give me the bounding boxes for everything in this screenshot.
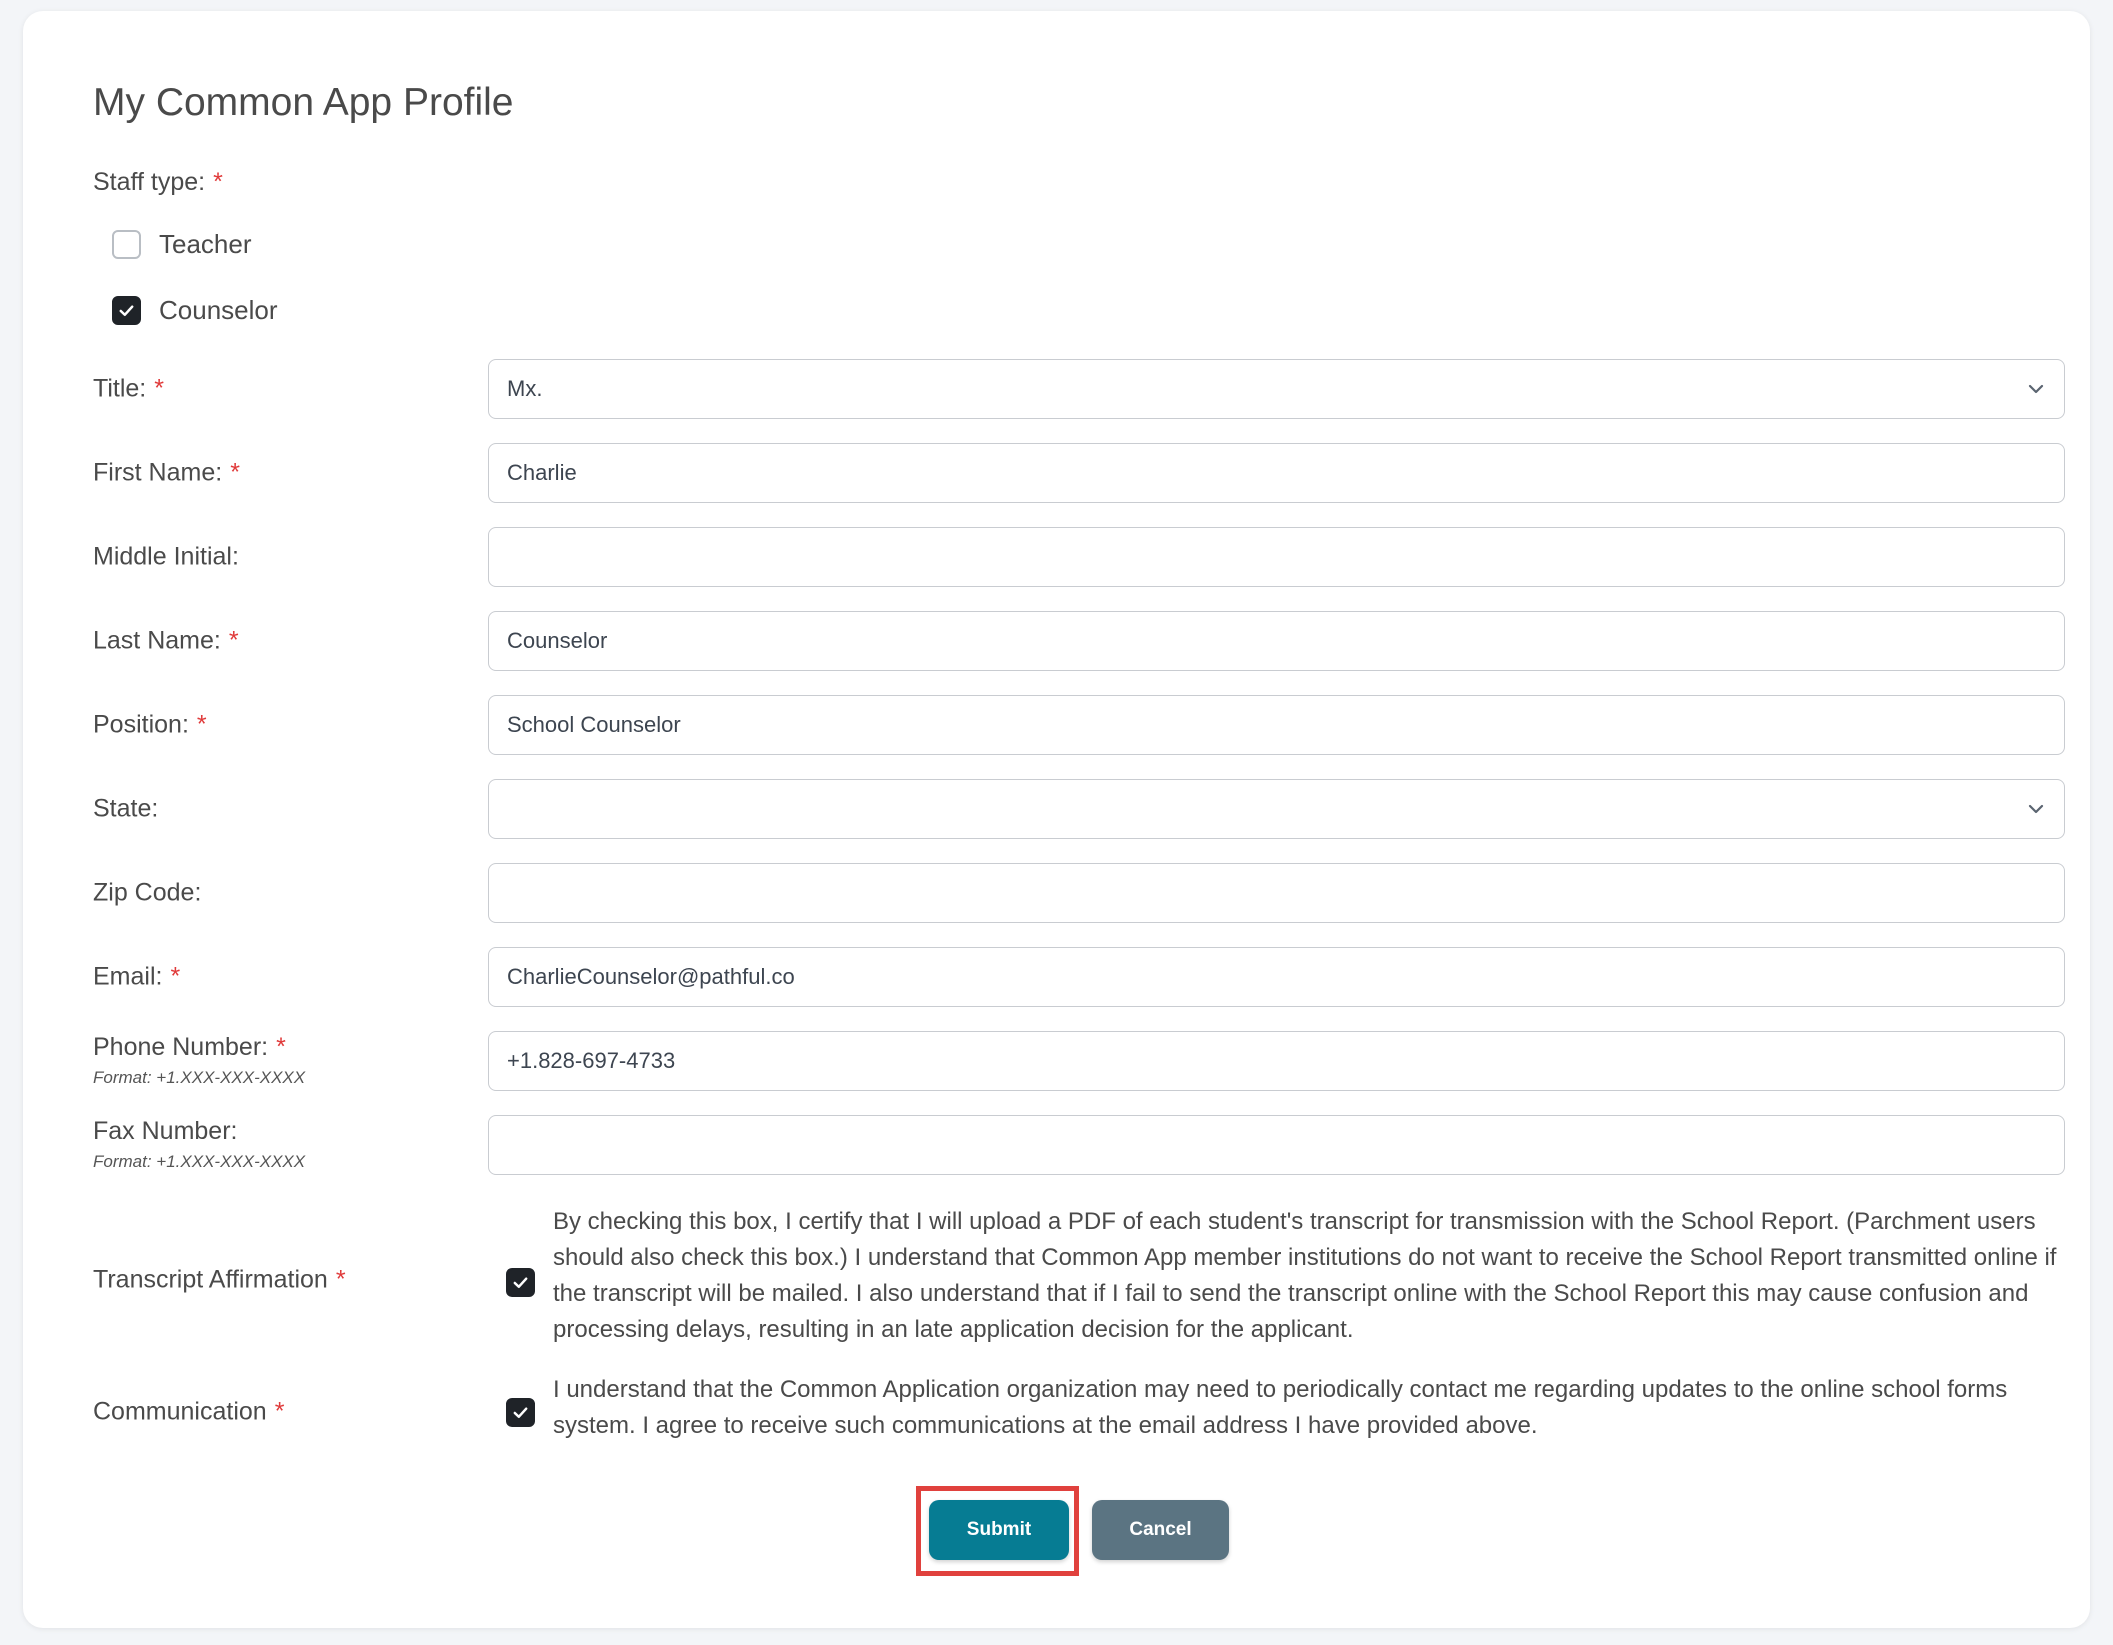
page-title: My Common App Profile [93, 81, 514, 124]
profile-card: My Common App Profile Staff type: * Teach… [23, 11, 2090, 1628]
checkmark-icon [513, 1407, 528, 1419]
title-select[interactable]: Mx. [488, 359, 2065, 419]
middle-initial-label: Middle Initial: [93, 542, 239, 571]
state-label: State: [93, 794, 159, 823]
transcript-affirmation-checkbox[interactable] [506, 1268, 535, 1297]
submit-button[interactable]: Submit [929, 1500, 1069, 1560]
phone-label: Phone Number: * Format: +1.XXX-XXX-XXXX [93, 1033, 306, 1087]
position-input[interactable] [488, 695, 2065, 755]
middle-initial-row: Middle Initial: [93, 527, 2065, 587]
state-select[interactable] [488, 779, 2065, 839]
staff-type-teacher-option[interactable]: Teacher [112, 229, 252, 260]
fax-format-hint: Format: +1.XXX-XXX-XXXX [93, 1152, 306, 1171]
phone-row: Phone Number: * Format: +1.XXX-XXX-XXXX [93, 1031, 2065, 1091]
transcript-affirmation-text: By checking this box, I certify that I w… [553, 1208, 2057, 1343]
zip-code-label: Zip Code: [93, 878, 202, 907]
phone-input[interactable] [488, 1031, 2065, 1091]
teacher-checkbox[interactable] [112, 230, 141, 259]
first-name-input[interactable] [488, 443, 2065, 503]
checkmark-icon [513, 1277, 528, 1289]
checkmark-icon [119, 305, 134, 317]
position-row: Position: * [93, 695, 2065, 755]
fax-input[interactable] [488, 1115, 2065, 1175]
transcript-affirmation-label: Transcript Affirmation * [93, 1265, 346, 1294]
state-row: State: [93, 779, 2065, 839]
last-name-row: Last Name: * [93, 611, 2065, 671]
communication-checkbox[interactable] [506, 1398, 535, 1427]
counselor-checkbox[interactable] [112, 296, 141, 325]
phone-format-hint: Format: +1.XXX-XXX-XXXX [93, 1068, 306, 1087]
cancel-button[interactable]: Cancel [1092, 1500, 1229, 1560]
transcript-affirmation-row: Transcript Affirmation * By checking this… [93, 1204, 2065, 1364]
first-name-label: First Name: * [93, 458, 240, 487]
chevron-down-icon [2028, 384, 2044, 394]
communication-text: I understand that the Common Application… [553, 1376, 2008, 1439]
email-input[interactable] [488, 947, 2065, 1007]
counselor-label: Counselor [159, 295, 278, 325]
communication-label: Communication * [93, 1397, 285, 1426]
position-label: Position: * [93, 710, 207, 739]
email-label: Email: * [93, 962, 181, 991]
last-name-label: Last Name: * [93, 626, 239, 655]
zip-code-row: Zip Code: [93, 863, 2065, 923]
zip-code-input[interactable] [488, 863, 2065, 923]
title-label: Title: * [93, 374, 164, 403]
staff-type-label: Staff type: * [93, 168, 223, 196]
staff-type-counselor-option[interactable]: Counselor [112, 295, 278, 326]
title-select-value: Mx. [507, 376, 543, 401]
last-name-input[interactable] [488, 611, 2065, 671]
teacher-label: Teacher [159, 229, 252, 259]
middle-initial-input[interactable] [488, 527, 2065, 587]
chevron-down-icon [2028, 804, 2044, 814]
first-name-row: First Name: * [93, 443, 2065, 503]
title-row: Title: * Mx. [93, 359, 2065, 419]
communication-row: Communication * I understand that the Com… [93, 1372, 2065, 1452]
fax-label: Fax Number: Format: +1.XXX-XXX-XXXX [93, 1117, 306, 1171]
fax-row: Fax Number: Format: +1.XXX-XXX-XXXX [93, 1115, 2065, 1175]
email-row: Email: * [93, 947, 2065, 1007]
